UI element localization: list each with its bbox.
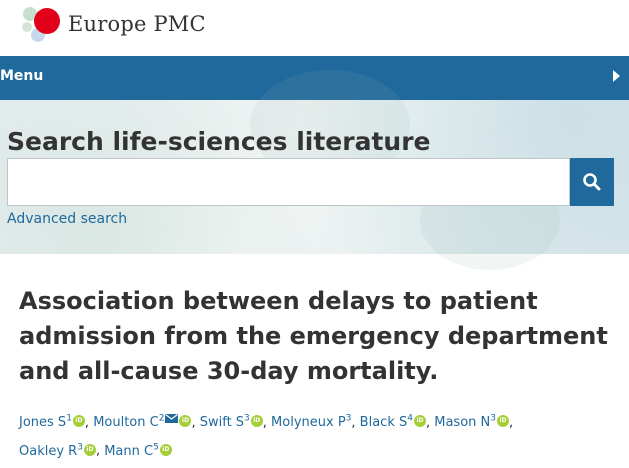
article-title: Association between delays to patient ad…	[19, 287, 608, 385]
orcid-icon[interactable]: iD	[72, 415, 85, 428]
author-link[interactable]: Mason N3 iD	[434, 414, 509, 430]
chevron-right-icon[interactable]	[613, 70, 620, 82]
search-title: Search life-sciences literature	[7, 127, 431, 156]
brand-name[interactable]: Europe PMC	[68, 12, 206, 36]
author-affiliation-number[interactable]: 3	[77, 442, 83, 452]
author-link[interactable]: Mann C5 iD	[104, 442, 172, 459]
author-list: Jones S1 iD, Moulton C2 iD, Swift S3 iD, Mo…	[19, 407, 619, 464]
author-name[interactable]: Mann C	[104, 444, 153, 459]
search-input[interactable]	[7, 158, 570, 206]
author-name[interactable]: Black S	[360, 415, 408, 430]
author-separator: ,	[191, 415, 200, 431]
author-separator: ,	[95, 443, 105, 459]
author-separator: ,	[262, 415, 272, 431]
orcid-icon[interactable]: iD	[159, 443, 172, 456]
orcid-icon[interactable]: iD	[179, 415, 192, 428]
author-name[interactable]: Swift S	[200, 415, 244, 430]
author-separator: ,	[84, 415, 94, 431]
search-hero: Search life-sciences literature Advanced…	[0, 70, 629, 270]
orcid-icon[interactable]: iD	[496, 415, 509, 428]
author-link[interactable]: Jones S1 iD	[19, 414, 85, 430]
author-separator: ,	[351, 415, 360, 431]
orcid-icon[interactable]: iD	[413, 415, 426, 428]
author-separator: ,	[425, 415, 435, 431]
author-separator: ,	[508, 415, 514, 431]
orcid-icon[interactable]: iD	[250, 415, 263, 428]
author-link[interactable]: Swift S3 iD	[200, 414, 263, 430]
search-button[interactable]	[570, 158, 614, 206]
author-name[interactable]: Moulton C	[93, 415, 159, 430]
author-link[interactable]: Oakley R3 iD	[19, 442, 96, 459]
author-name[interactable]: Jones S	[19, 415, 66, 430]
advanced-search-link[interactable]: Advanced search	[7, 211, 127, 227]
site-header: Europe PMC	[0, 0, 629, 55]
orcid-icon[interactable]: iD	[83, 443, 96, 456]
author-link[interactable]: Moulton C2 iD	[93, 414, 192, 430]
search-icon	[583, 173, 601, 191]
author-name[interactable]: Mason N	[434, 415, 490, 430]
author-affiliation-number[interactable]: 3	[490, 414, 496, 424]
email-icon[interactable]	[165, 414, 179, 424]
author-name[interactable]: Molyneux P	[271, 415, 346, 430]
author-link[interactable]: Molyneux P3	[271, 414, 351, 430]
author-name[interactable]: Oakley R	[19, 444, 77, 459]
menu-label[interactable]: Menu	[0, 68, 43, 84]
author-link[interactable]: Black S4 iD	[360, 414, 426, 430]
author-affiliation-number[interactable]: 1	[66, 414, 72, 424]
author-affiliation-number[interactable]: 2	[159, 414, 165, 424]
author-affiliation-number[interactable]: 3	[244, 414, 250, 424]
author-affiliation-number[interactable]: 5	[153, 442, 159, 452]
author-affiliation-number[interactable]: 4	[407, 414, 413, 424]
europe-pmc-logo-icon[interactable]	[20, 5, 60, 45]
